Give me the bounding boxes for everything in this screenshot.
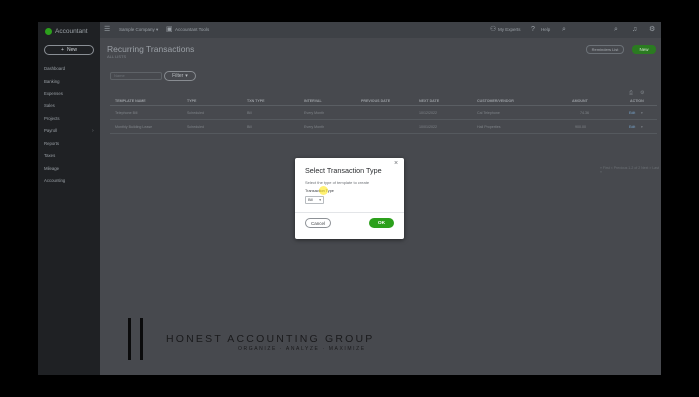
watermark-bar-right [140, 318, 143, 360]
transaction-type-value: Bill [308, 198, 314, 202]
col-amount[interactable]: AMOUNT [572, 99, 588, 103]
breadcrumb[interactable]: ALL LISTS [107, 54, 126, 59]
col-action: ACTION [630, 99, 644, 103]
col-customer-vendor[interactable]: CUSTOMER/VENDOR [477, 99, 514, 103]
top-bar: ☰ Sample Company ▾ ▣ Accountant Tools ⚇ … [100, 22, 661, 38]
col-next-date[interactable]: NEXT DATE [419, 99, 439, 103]
settings-gear-icon[interactable]: ⚙ [649, 26, 655, 34]
new-button[interactable]: + New [44, 45, 94, 55]
table-row[interactable]: Telephone Bill Scheduled Bill Every Mont… [110, 106, 657, 120]
edit-link[interactable]: Edit [629, 111, 635, 115]
company-selector[interactable]: Sample Company [119, 26, 155, 34]
dialog-divider [295, 212, 404, 213]
table-row[interactable]: Monthly Building Lease Scheduled Bill Ev… [110, 120, 657, 134]
transaction-type-select[interactable]: Bill ▾ [305, 196, 324, 204]
qb-logo-icon [45, 27, 52, 35]
new-button-label: New [66, 47, 77, 53]
col-previous-date[interactable]: PREVIOUS DATE [361, 99, 390, 103]
col-template-name[interactable]: TEMPLATE NAME [115, 99, 146, 103]
help-link[interactable]: Help [541, 26, 550, 34]
sidebar-item-reports[interactable]: Reports [44, 141, 59, 147]
sidebar-item-banking[interactable]: Banking [44, 79, 60, 85]
reminders-list-button[interactable]: Reminders List [586, 45, 624, 54]
edit-link[interactable]: Edit [629, 125, 635, 129]
search-icon[interactable]: ⌕ [562, 26, 566, 34]
watermark-logo [128, 318, 148, 360]
cell-amount: 74.36 [580, 111, 589, 115]
watermark-subtitle: ORGANIZE · ANALYZE · MAXIMIZE [238, 346, 366, 352]
action-caret-icon[interactable]: ▾ [641, 111, 643, 115]
cell-txn-type: Bill [247, 125, 252, 129]
dialog-description: Select the type of template to create [305, 180, 370, 185]
cell-interval: Every Month [304, 111, 325, 115]
cell-next-date: 10/01/2022 [419, 125, 437, 129]
accountant-tools-link[interactable]: Accountant Tools [175, 26, 209, 34]
col-type[interactable]: TYPE [187, 99, 196, 103]
chevron-down-icon: ▾ [156, 27, 159, 32]
col-txn-type[interactable]: TXN TYPE [247, 99, 265, 103]
print-icon[interactable]: ⎙ [629, 90, 633, 96]
cell-next-date: 10/12/2022 [419, 111, 437, 115]
select-transaction-type-dialog: × Select Transaction Type Select the typ… [295, 158, 404, 239]
page-title: Recurring Transactions [107, 44, 195, 54]
cell-interval: Every Month [304, 125, 325, 129]
caret-down-icon: ▾ [185, 73, 188, 79]
chevron-down-icon: ▾ [319, 198, 321, 202]
new-transaction-button[interactable]: New [632, 45, 656, 54]
cell-type: Scheduled [187, 111, 204, 115]
table-header: TEMPLATE NAME TYPE TXN TYPE INTERVAL PRE… [110, 98, 657, 106]
sidebar: Accountant + New Dashboard Banking Expen… [38, 22, 100, 375]
cancel-button[interactable]: Cancel [305, 218, 331, 228]
cell-txn-type: Bill [247, 111, 252, 115]
cell-template-name: Monthly Building Lease [115, 125, 153, 129]
ok-button[interactable]: OK [369, 218, 394, 228]
hamburger-menu-icon[interactable]: ☰ [104, 26, 110, 34]
search-input[interactable]: Name [110, 72, 162, 80]
col-interval[interactable]: INTERVAL [304, 99, 322, 103]
sidebar-item-taxes[interactable]: Taxes [44, 153, 55, 159]
cell-customer-vendor: Hall Properties [477, 125, 501, 129]
dialog-title: Select Transaction Type [305, 166, 382, 175]
bell-icon[interactable]: ♫ [632, 26, 637, 34]
filter-button[interactable]: Filter ▾ [164, 71, 196, 81]
pagination[interactable]: « First < Previous 1-2 of 2 Next > Last … [600, 166, 661, 174]
cursor-highlight [319, 186, 328, 195]
watermark-title: HONEST ACCOUNTING GROUP [166, 333, 375, 345]
sidebar-item-projects[interactable]: Projects [44, 116, 60, 122]
logo: Accountant [45, 26, 88, 36]
cell-amount: 900.00 [575, 125, 586, 129]
sidebar-item-payroll[interactable]: Payroll [44, 128, 57, 134]
help-icon: ? [531, 26, 535, 33]
chevron-right-icon: › [92, 128, 94, 134]
briefcase-icon: ▣ [166, 26, 173, 33]
filter-label: Filter [172, 73, 184, 79]
sidebar-item-accounting[interactable]: Accounting [44, 178, 65, 184]
action-caret-icon[interactable]: ▾ [641, 125, 643, 129]
sidebar-item-mileage[interactable]: Mileage [44, 166, 59, 172]
plus-icon: + [61, 47, 64, 53]
experts-icon: ⚇ [490, 26, 497, 33]
logo-text: Accountant [55, 27, 88, 35]
close-icon[interactable]: × [394, 160, 398, 168]
cell-template-name: Telephone Bill [115, 111, 138, 115]
gear-icon[interactable]: ⚙ [640, 90, 644, 96]
app-window: Accountant + New Dashboard Banking Expen… [38, 22, 661, 375]
cell-customer-vendor: Cal Telephone [477, 111, 500, 115]
sidebar-item-sales[interactable]: Sales [44, 103, 55, 109]
watermark-bar-left [128, 318, 131, 360]
search-icon-secondary[interactable]: ⌕ [614, 26, 618, 34]
sidebar-item-expenses[interactable]: Expenses [44, 91, 63, 97]
my-experts-link[interactable]: My Experts [498, 26, 521, 34]
recurring-table: TEMPLATE NAME TYPE TXN TYPE INTERVAL PRE… [110, 98, 657, 134]
sidebar-item-dashboard[interactable]: Dashboard [44, 66, 65, 72]
cell-type: Scheduled [187, 125, 204, 129]
